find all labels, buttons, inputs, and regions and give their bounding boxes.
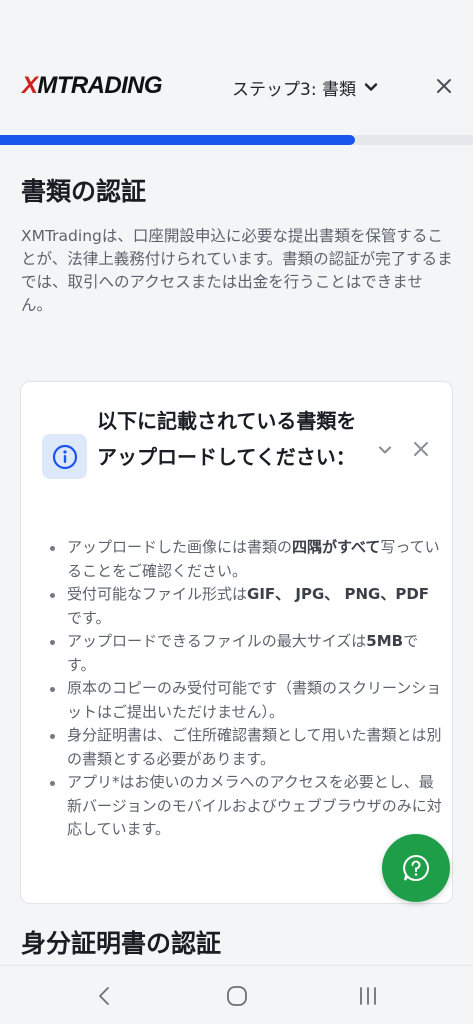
requirements-list: アップロードした画像には書類の四隅がすべて写っていることをご確認ください。 受付… (47, 536, 442, 842)
info-badge (42, 434, 87, 479)
list-item: アップロードできるファイルの最大サイズは5MBです。 (47, 630, 442, 677)
home-icon[interactable] (226, 985, 248, 1007)
app-header: XMTRADING ステップ3: 書類 (0, 58, 473, 132)
list-item: アプリ*はお使いのカメラへのアクセスを必要とし、最新バージョンのモバイルおよびウ… (47, 771, 442, 842)
list-item: 原本のコピーのみ受付可能です（書類のスクリーンショットはご提出いただけません）。 (47, 677, 442, 724)
progress-bar (0, 135, 473, 145)
progress-fill (0, 135, 355, 145)
page-title: 書類の認証 (21, 177, 147, 206)
list-item: 受付可能なファイル形式はGIF、 JPG、 PNG、PDFです。 (47, 583, 442, 630)
chevron-down-icon (364, 83, 378, 91)
list-item: アップロードした画像には書類の四隅がすべて写っていることをご確認ください。 (47, 536, 442, 583)
close-icon[interactable] (434, 76, 454, 96)
help-chat-icon (403, 854, 429, 881)
info-icon (52, 444, 77, 469)
upload-notice-card: 以下に記載されている書類をアップロードしてください： アップロードした画像には書… (20, 381, 453, 904)
xm-logo: XMTRADING (22, 72, 163, 99)
intro-text: XMTradingは、口座開設申込に必要な提出書類を保管することが、法律上義務付… (21, 227, 453, 314)
back-icon[interactable] (95, 986, 115, 1006)
status-bar (0, 0, 473, 58)
help-button[interactable] (382, 834, 450, 902)
step-selector[interactable]: ステップ3: 書類 (232, 75, 378, 100)
section-title: 身分証明書の認証 (21, 929, 222, 958)
system-nav-bar (0, 965, 473, 1024)
recent-apps-icon[interactable] (357, 986, 379, 1006)
notice-title: 以下に記載されている書類をアップロードしてください： (97, 409, 357, 469)
collapse-chevron-icon[interactable] (377, 442, 393, 458)
step-label: ステップ3: 書類 (232, 79, 356, 100)
list-item: 身分証明書は、ご住所確認書類として用いた書類とは別の書類とする必要があります。 (47, 724, 442, 771)
close-icon[interactable] (412, 440, 430, 458)
